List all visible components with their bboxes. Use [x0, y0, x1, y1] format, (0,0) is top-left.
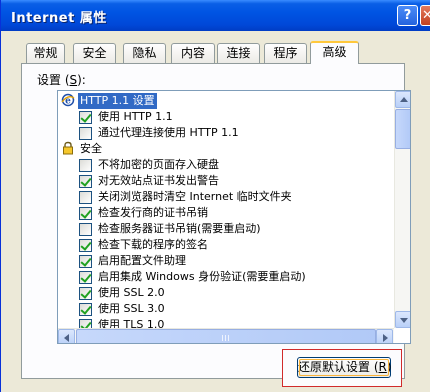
- arrow-right-icon: [383, 334, 388, 342]
- tab-security[interactable]: 安全: [73, 43, 116, 63]
- horizontal-scroll-thumb[interactable]: [76, 329, 376, 343]
- checkbox-checked[interactable]: [79, 271, 92, 284]
- horizontal-scrollbar[interactable]: [58, 328, 394, 343]
- tree-item-label: 通过代理连接使用 HTTP 1.1: [98, 126, 239, 139]
- scroll-down-button[interactable]: [395, 311, 410, 328]
- checkbox-checked[interactable]: [79, 175, 92, 188]
- settings-label: 设置 (S):: [37, 73, 86, 87]
- checkbox-unchecked[interactable]: [79, 191, 92, 204]
- ie-globe-icon: e: [61, 93, 75, 107]
- tab-privacy[interactable]: 隐私: [123, 43, 166, 63]
- tree-item-profile-assistant[interactable]: 启用配置文件助理: [58, 253, 394, 269]
- tree-item-label: 对无效站点证书发出警告: [98, 174, 219, 187]
- tree-item-label: 关闭浏览器时清空 Internet 临时文件夹: [98, 190, 292, 203]
- tab-general[interactable]: 常规: [26, 43, 65, 63]
- tree-item-ssl2[interactable]: 使用 SSL 2.0: [58, 285, 394, 301]
- checkbox-unchecked[interactable]: [79, 223, 92, 236]
- tree-item-use-http11[interactable]: 使用 HTTP 1.1: [58, 109, 394, 125]
- arrow-left-icon: [64, 334, 69, 342]
- tab-advanced[interactable]: 高级: [310, 41, 359, 64]
- grip-line: [225, 335, 226, 341]
- tree-item-label: 不将加密的页面存入硬盘: [98, 158, 219, 171]
- lock-icon: [63, 141, 73, 155]
- tab-connections[interactable]: 连接: [217, 43, 260, 63]
- help-button[interactable]: ?: [397, 5, 418, 26]
- tree-item-label: 检查服务器证书吊销(需要重启动): [98, 222, 261, 235]
- checkbox-checked[interactable]: [79, 207, 92, 220]
- grip-line: [222, 335, 223, 341]
- scroll-right-button[interactable]: [376, 329, 393, 343]
- checkbox-checked[interactable]: [79, 239, 92, 252]
- scroll-up-button[interactable]: [395, 91, 410, 108]
- tree-item-label: 使用 SSL 3.0: [98, 302, 165, 315]
- tree-group-label: 安全: [80, 142, 102, 155]
- checkbox-checked[interactable]: [79, 287, 92, 300]
- tree-item-publisher-revocation[interactable]: 检查发行商的证书吊销: [58, 205, 394, 221]
- checkbox-checked[interactable]: [79, 255, 92, 268]
- tree-item-ssl3[interactable]: 使用 SSL 3.0: [58, 301, 394, 317]
- restore-defaults-button[interactable]: 还原默认设置 (R): [297, 357, 392, 378]
- grip-line: [228, 335, 229, 341]
- tree-item-http11-proxy[interactable]: 通过代理连接使用 HTTP 1.1: [58, 125, 394, 141]
- internet-properties-window: Internet 属性 ? ✕ 常规 安全 隐私 内容 连接 程序 高级 设置 …: [0, 0, 430, 392]
- tree-group-http11[interactable]: e HTTP 1.1 设置: [58, 93, 394, 109]
- tree-item-label: 检查发行商的证书吊销: [98, 206, 208, 219]
- tree-item-label: 检查下载的程序的签名: [98, 238, 208, 251]
- tree-item-server-revocation[interactable]: 检查服务器证书吊销(需要重启动): [58, 221, 394, 237]
- tab-programs[interactable]: 程序: [264, 43, 307, 63]
- tree-item-windows-auth[interactable]: 启用集成 Windows 身份验证(需要重启动): [58, 269, 394, 285]
- window-title: Internet 属性: [11, 11, 107, 26]
- checkbox-checked[interactable]: [79, 111, 92, 124]
- tree-item-no-cache-encrypted[interactable]: 不将加密的页面存入硬盘: [58, 157, 394, 173]
- checkbox-unchecked[interactable]: [79, 159, 92, 172]
- tree-item-label: 使用 HTTP 1.1: [98, 110, 173, 123]
- title-bar[interactable]: Internet 属性 ? ✕: [1, 0, 430, 31]
- vertical-scrollbar[interactable]: [394, 91, 410, 328]
- close-button[interactable]: ✕: [420, 5, 430, 26]
- tree-item-warn-invalid-cert[interactable]: 对无效站点证书发出警告: [58, 173, 394, 189]
- scroll-left-button[interactable]: [58, 329, 75, 343]
- tree-group-security[interactable]: 安全: [58, 141, 394, 157]
- tab-content[interactable]: 内容: [171, 43, 215, 63]
- tree-item-label: 使用 SSL 2.0: [98, 286, 165, 299]
- arrow-up-icon: [400, 97, 408, 102]
- settings-listbox[interactable]: e HTTP 1.1 设置 使用 HTTP 1.1 通过代理连接使用 HTTP …: [57, 90, 411, 344]
- restore-highlight-box: 还原默认设置 (R): [282, 349, 402, 387]
- checkbox-unchecked[interactable]: [79, 127, 92, 140]
- tree-item-label: 启用集成 Windows 身份验证(需要重启动): [98, 270, 306, 283]
- checkbox-checked[interactable]: [79, 303, 92, 316]
- vertical-scroll-thumb[interactable]: [395, 109, 410, 149]
- tree-item-empty-temp-folder[interactable]: 关闭浏览器时清空 Internet 临时文件夹: [58, 189, 394, 205]
- tree-item-label: 启用配置文件助理: [98, 254, 186, 267]
- tree-item-check-signatures[interactable]: 检查下载的程序的签名: [58, 237, 394, 253]
- tree-group-label: HTTP 1.1 设置: [78, 93, 157, 109]
- arrow-down-icon: [400, 318, 408, 323]
